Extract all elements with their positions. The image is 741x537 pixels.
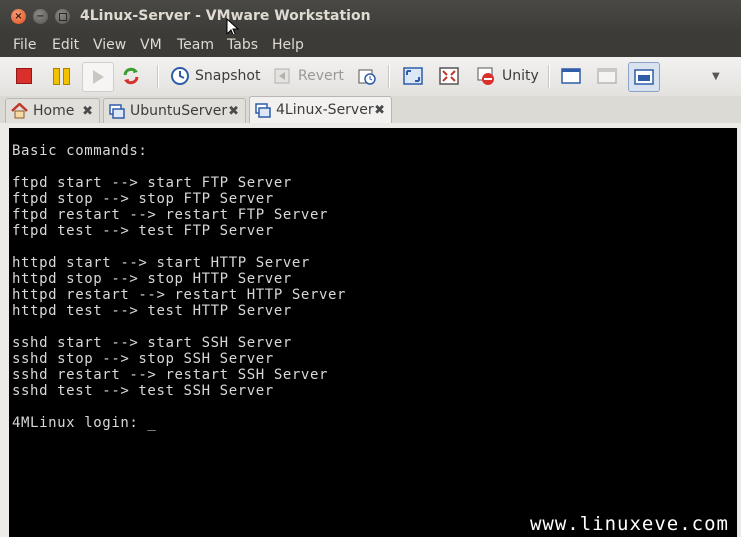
snapshot-button[interactable]: Snapshot: [170, 62, 260, 90]
snapshot-label: Snapshot: [195, 68, 261, 84]
vm-icon: [255, 102, 271, 118]
power-on-button[interactable]: [82, 62, 114, 92]
close-window-button[interactable]: ×: [11, 9, 26, 24]
menu-bar: File Edit View VM Team Tabs Help: [0, 34, 741, 57]
minimize-window-button[interactable]: −: [33, 9, 48, 24]
console-view-icon: [561, 66, 581, 86]
full-screen-button[interactable]: [403, 62, 423, 90]
menu-view[interactable]: View: [93, 37, 126, 53]
console-line: httpd restart --> restart HTTP Server: [12, 287, 347, 303]
tab-ubuntuserver[interactable]: UbuntuServer ✖: [103, 98, 246, 123]
menu-team[interactable]: Team: [177, 37, 214, 53]
chevron-down-icon: ▼: [712, 70, 720, 82]
menu-help[interactable]: Help: [272, 37, 304, 53]
quick-switch-icon: [439, 66, 459, 86]
view-summary-button[interactable]: [597, 62, 617, 90]
unity-button[interactable]: Unity: [477, 62, 539, 90]
close-tab-4linux-server-icon[interactable]: ✖: [374, 103, 385, 118]
console-line: sshd restart --> restart SSH Server: [12, 367, 329, 383]
menu-file[interactable]: File: [13, 37, 36, 53]
maximize-window-button[interactable]: [55, 9, 70, 24]
play-icon: [88, 67, 108, 87]
console-line: Basic commands:: [12, 143, 148, 159]
stop-icon: [14, 66, 34, 86]
console-line: sshd stop --> stop SSH Server: [12, 351, 274, 367]
console-line: sshd test --> test SSH Server: [12, 383, 274, 399]
pause-icon: [51, 66, 71, 86]
snapshot-manager-icon: [357, 66, 377, 86]
close-tab-home-icon[interactable]: ✖: [82, 104, 93, 119]
toolbar: Snapshot Revert Unity ▼: [0, 57, 741, 97]
home-icon: [11, 103, 28, 119]
tab-ubuntuserver-label: UbuntuServer: [130, 103, 228, 119]
snapshot-icon: [170, 66, 190, 86]
console-line: ftpd restart --> restart FTP Server: [12, 207, 329, 223]
revert-label: Revert: [298, 68, 344, 84]
reset-button[interactable]: [121, 62, 141, 90]
watermark: www.linuxeve.com: [529, 513, 729, 535]
console-line: httpd stop --> stop HTTP Server: [12, 271, 292, 287]
tab-bar: Home ✖ UbuntuServer ✖ 4Linux-Server ✖: [0, 96, 741, 123]
close-icon: ×: [14, 10, 23, 22]
menu-vm[interactable]: VM: [140, 37, 162, 53]
refresh-icon: [121, 66, 141, 86]
tab-4linux-server[interactable]: 4Linux-Server ✖: [249, 96, 392, 123]
thumbnail-view-icon: [634, 67, 654, 87]
full-screen-icon: [403, 66, 423, 86]
title-bar: × − 4Linux-Server - VMware Workstation: [0, 0, 741, 38]
console-line: httpd test --> test HTTP Server: [12, 303, 292, 319]
console-line: ftpd stop --> stop FTP Server: [12, 191, 274, 207]
toolbar-overflow-button[interactable]: ▼: [712, 62, 720, 90]
revert-button[interactable]: Revert: [272, 62, 344, 90]
close-tab-ubuntuserver-icon[interactable]: ✖: [228, 104, 239, 119]
quick-switch-button[interactable]: [439, 62, 459, 90]
view-thumbnail-button[interactable]: [628, 62, 660, 92]
console-line: ftpd start --> start FTP Server: [12, 175, 292, 191]
vmware-window: × − 4Linux-Server - VMware Workstation F…: [0, 0, 741, 537]
tab-home[interactable]: Home ✖: [5, 98, 100, 123]
unity-icon: [477, 66, 497, 86]
console-line: ftpd test --> test FTP Server: [12, 223, 274, 239]
vm-icon: [109, 103, 125, 119]
minimize-icon: −: [36, 10, 45, 22]
tab-home-label: Home: [33, 103, 75, 119]
tab-4linux-server-label: 4Linux-Server: [276, 102, 374, 118]
menu-tabs[interactable]: Tabs: [227, 37, 258, 53]
maximize-icon: [58, 12, 67, 21]
console-line: sshd start --> start SSH Server: [12, 335, 292, 351]
vm-console-screen[interactable]: Basic commands: ftpd start --> start FTP…: [9, 128, 737, 537]
revert-icon: [272, 66, 292, 86]
login-prompt: 4MLinux login: _: [12, 415, 157, 431]
summary-view-icon: [597, 66, 617, 86]
view-console-button[interactable]: [561, 62, 581, 90]
snapshot-manager-button[interactable]: [357, 62, 377, 90]
power-off-button[interactable]: [14, 62, 34, 90]
menu-edit[interactable]: Edit: [52, 37, 79, 53]
unity-label: Unity: [502, 68, 539, 84]
suspend-button[interactable]: [51, 62, 71, 90]
console-line: httpd start --> start HTTP Server: [12, 255, 310, 271]
